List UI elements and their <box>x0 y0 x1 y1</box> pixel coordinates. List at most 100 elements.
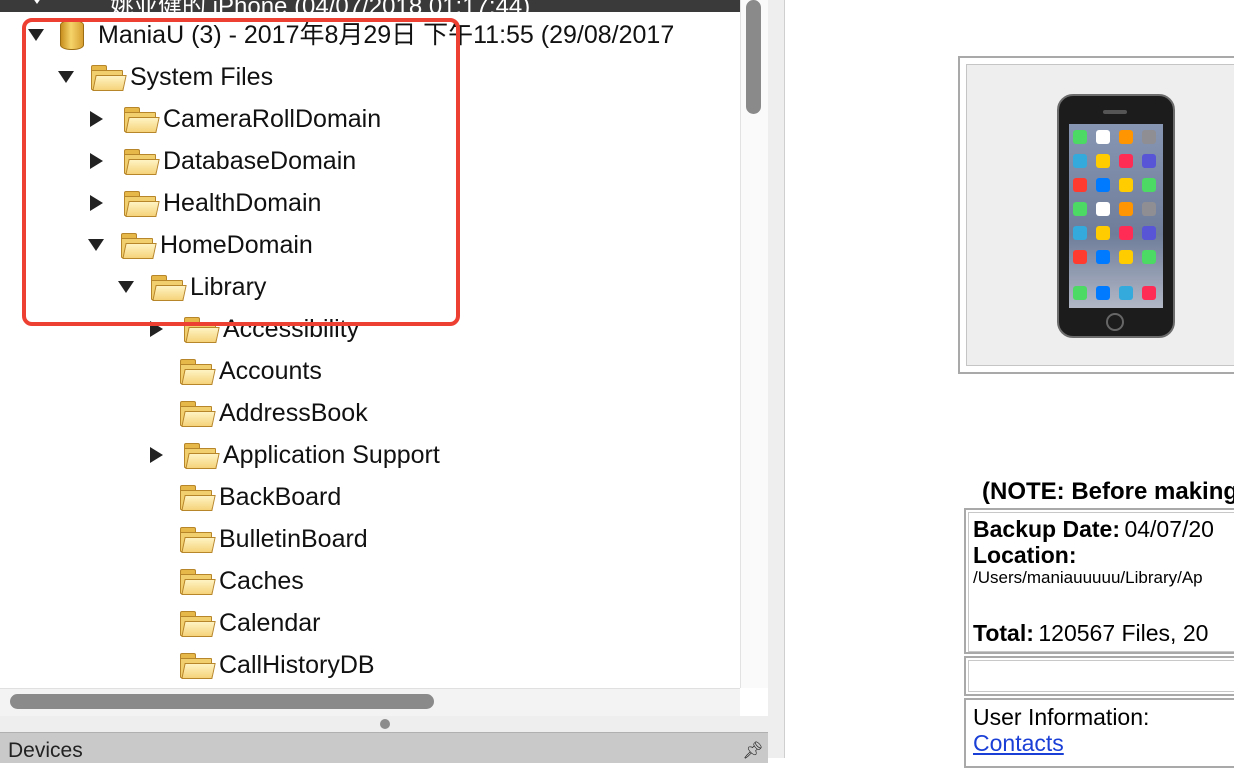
expand-triangle-icon[interactable] <box>90 111 103 127</box>
pane-splitter[interactable] <box>0 716 784 732</box>
app-icon <box>1142 226 1156 240</box>
location-label: Location: <box>973 542 1077 568</box>
app-icon <box>1119 130 1133 144</box>
tree-row-label: BackBoard <box>219 483 342 511</box>
expand-toggle-icon[interactable] <box>30 0 44 4</box>
tree-row-label: DatabaseDomain <box>163 147 357 175</box>
folder-icon <box>183 443 220 469</box>
expand-triangle-icon[interactable] <box>90 153 103 169</box>
folder-icon <box>120 233 157 259</box>
horizontal-scrollbar-thumb[interactable] <box>10 694 434 709</box>
folder-icon <box>179 569 216 595</box>
total-line: Total: 120567 Files, 20 <box>973 620 1208 647</box>
tree-row[interactable]: Caches <box>148 560 304 602</box>
backup-date-value: 04/07/20 <box>1124 516 1214 542</box>
tree-row-label: CallHistoryDB <box>219 651 375 679</box>
empty-info-inner <box>968 660 1234 692</box>
app-icon <box>1096 154 1110 168</box>
folder-icon <box>150 275 187 301</box>
tree-row[interactable]: BulletinBoard <box>148 518 368 560</box>
app-icon <box>1073 130 1087 144</box>
phone-home-button <box>1106 313 1124 331</box>
tree-row[interactable]: BackBoard <box>148 476 341 518</box>
tree-row[interactable]: Accessibility <box>148 308 359 350</box>
backup-date-label: Backup Date: <box>973 516 1120 542</box>
devices-panel-header: Devices 📌︎ <box>0 732 768 763</box>
dock-app-icon <box>1073 286 1087 300</box>
app-icon <box>1096 202 1110 216</box>
phone-screen <box>1069 124 1163 308</box>
app-icon <box>1096 250 1110 264</box>
tree-row-label: CameraRollDomain <box>163 105 382 133</box>
tree-row[interactable]: Accounts <box>148 350 322 392</box>
devices-panel-title: Devices <box>8 739 83 762</box>
dock-app-icon <box>1119 286 1133 300</box>
dock-app-icon <box>1142 286 1156 300</box>
expand-toggle-icon[interactable] <box>28 29 44 41</box>
tree-row-label: BulletinBoard <box>219 525 368 553</box>
vertical-splitter[interactable] <box>768 0 785 758</box>
expand-triangle-icon[interactable] <box>90 195 103 211</box>
collapse-triangle-icon[interactable] <box>58 71 74 83</box>
tree-row-label: Caches <box>219 567 304 595</box>
app-icon <box>1073 226 1087 240</box>
app-icon <box>1142 154 1156 168</box>
tree-row[interactable]: Calendar <box>148 602 320 644</box>
tree-row-label: Accounts <box>219 357 322 385</box>
pin-icon[interactable]: 📌︎ <box>742 741 764 761</box>
file-tree[interactable]: 姚亚健的 iPhone (04/07/2018 01:17:44) ManiaU… <box>0 0 741 688</box>
folder-icon <box>123 191 160 217</box>
folder-icon <box>123 149 160 175</box>
tree-row[interactable]: HealthDomain <box>88 182 321 224</box>
tree-row-label: Accessibility <box>223 315 360 343</box>
location-path: /Users/maniauuuuu/Library/Ap <box>973 568 1203 587</box>
tree-row[interactable]: DatabaseDomain <box>88 140 356 182</box>
splitter-handle-icon[interactable] <box>380 719 390 729</box>
tree-row[interactable]: CameraRollDomain <box>88 98 381 140</box>
tree-row-label: AddressBook <box>219 399 368 427</box>
folder-icon <box>90 65 127 91</box>
app-icon <box>1142 178 1156 192</box>
tree-row[interactable]: CallHistoryDB <box>148 644 375 686</box>
app-icon <box>1119 226 1133 240</box>
folder-icon <box>183 317 220 343</box>
tree-row[interactable]: Application Support <box>148 434 440 476</box>
app-icon <box>1096 130 1110 144</box>
app-icon <box>1073 154 1087 168</box>
folder-icon <box>179 359 216 385</box>
backup-date-line: Backup Date: 04/07/20 <box>973 516 1214 543</box>
collapse-triangle-icon[interactable] <box>118 281 134 293</box>
location-line: Location: <box>973 542 1077 569</box>
tree-row-label: HomeDomain <box>160 231 313 259</box>
folder-icon <box>179 611 216 637</box>
tree-row-backup[interactable]: ManiaU (3) - 2017年8月29日 下午11:55 (29/08/2… <box>28 14 674 56</box>
expand-triangle-icon[interactable] <box>150 447 163 463</box>
tree-row[interactable]: Library <box>118 266 266 308</box>
collapse-triangle-icon[interactable] <box>88 239 104 251</box>
vertical-scrollbar-thumb[interactable] <box>746 0 761 114</box>
note-text: (NOTE: Before making <box>982 478 1234 505</box>
total-label: Total: <box>973 620 1034 646</box>
total-value: 120567 Files, 20 <box>1038 620 1209 646</box>
expand-triangle-icon[interactable] <box>150 321 163 337</box>
tree-row-label: Library <box>190 273 267 301</box>
folder-icon <box>179 485 216 511</box>
tree-row-label: Application Support <box>223 441 440 469</box>
folder-icon <box>123 107 160 133</box>
tree-row[interactable]: AddressBook <box>148 392 368 434</box>
tree-row[interactable]: HomeDomain <box>88 224 313 266</box>
contacts-link[interactable]: Contacts <box>973 730 1064 757</box>
app-icon <box>1073 250 1087 264</box>
tree-row[interactable]: System Files <box>58 56 273 98</box>
folder-icon <box>179 653 216 679</box>
dock-app-icon <box>1096 286 1110 300</box>
database-icon <box>60 20 84 50</box>
folder-icon <box>179 401 216 427</box>
tree-row-label: System Files <box>130 63 274 91</box>
tree-row-label: Calendar <box>219 609 321 637</box>
app-icon <box>1096 178 1110 192</box>
app-icon <box>1119 178 1133 192</box>
app-icon <box>1096 226 1110 240</box>
tree-row-device[interactable]: 姚亚健的 iPhone (04/07/2018 01:17:44) <box>0 0 740 12</box>
app-icon <box>1073 178 1087 192</box>
